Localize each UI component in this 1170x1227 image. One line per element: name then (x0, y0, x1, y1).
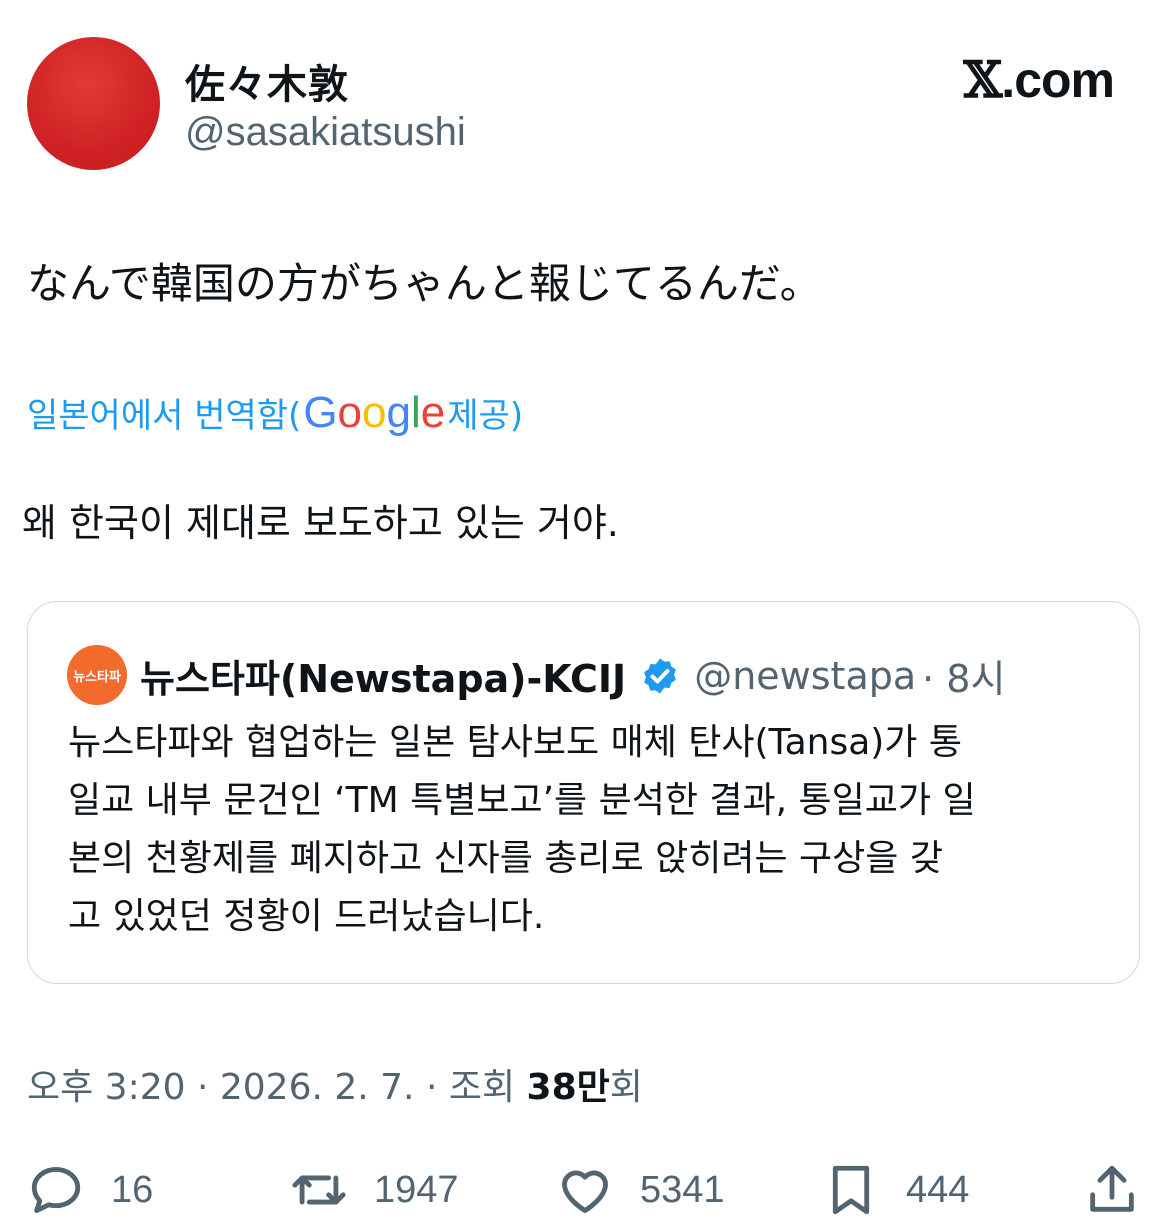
reply-count: 16 (111, 1168, 154, 1211)
like-count: 5341 (640, 1168, 725, 1211)
translate-prefix: 일본어에서 번역함( (27, 396, 302, 436)
bookmark-icon (832, 1165, 870, 1215)
quoted-tweet-header: 뉴스타파(Newstapa)-KCIJ @newstapa · 8시 (140, 648, 1005, 703)
translate-suffix: 제공) (447, 396, 524, 436)
repost-icon (292, 1175, 346, 1205)
google-letter: e (420, 388, 446, 437)
view-count: 38만 (526, 1067, 610, 1108)
bookmark-count: 444 (906, 1168, 970, 1211)
like-icon (562, 1170, 608, 1213)
quoted-tweet-body: 뉴스타파와 협업하는 일본 탐사보도 매체 탄사(Tansa)가 통 일교 내부… (68, 714, 1118, 946)
repost-count: 1947 (374, 1168, 459, 1211)
quoted-author-handle: @newstapa (694, 653, 917, 698)
quoted-line: 본의 천황제를 폐지하고 신자를 총리로 앉히려는 구상을 갖 (68, 838, 943, 879)
tweet-meta: 오후 3:20 · 2026. 2. 7. · 조회 38만회 (27, 1058, 643, 1110)
view-suffix: 회 (609, 1067, 643, 1108)
quoted-line: 고 있었던 정황이 드러났습니다. (68, 896, 545, 937)
google-letter: o (337, 388, 363, 437)
reply-icon (31, 1167, 81, 1213)
google-letter: G (303, 388, 338, 437)
brand-suffix: .com (1001, 52, 1115, 108)
share-icon (1090, 1165, 1134, 1212)
tweet-text: なんで韓国の方がちゃんと報じてるんだ。 (27, 259, 822, 308)
bookmark-button[interactable]: 444 (822, 1155, 969, 1225)
quoted-author-avatar: 뉴스타파 (67, 645, 127, 705)
x-com-logo: 𝕏.com (964, 50, 1115, 109)
share-button[interactable] (1083, 1155, 1141, 1225)
quoted-line: 뉴스타파와 협업하는 일본 탐사보도 매체 탄사(Tansa)가 통 (68, 722, 962, 763)
author-display-name[interactable]: 佐々木敦 (185, 52, 349, 110)
action-bar: 16 1947 5341 444 (0, 1155, 1170, 1225)
google-letter: g (386, 388, 411, 437)
quoted-time: · 8시 (922, 657, 1006, 701)
author-handle[interactable]: @sasakiatsushi (185, 110, 466, 155)
timestamp[interactable]: 오후 3:20 · 2026. 2. 7. · 조회 (27, 1067, 527, 1108)
google-letter: o (362, 388, 387, 437)
reply-button[interactable]: 16 (27, 1155, 153, 1225)
quoted-author-name: 뉴스타파(Newstapa)-KCIJ (140, 657, 627, 701)
x-logo-icon: 𝕏 (963, 50, 1003, 109)
repost-button[interactable]: 1947 (290, 1155, 459, 1225)
quoted-tweet-card[interactable]: 뉴스타파 뉴스타파(Newstapa)-KCIJ @newstapa · 8시 … (27, 601, 1140, 984)
translation-attribution[interactable]: 일본어에서 번역함( Google 제공) (27, 388, 523, 438)
verified-badge-icon (644, 658, 677, 693)
translated-text: 왜 한국이 제대로 보도하고 있는 거야. (22, 501, 619, 545)
google-logo: Google (303, 388, 445, 438)
author-avatar[interactable] (27, 37, 160, 170)
google-letter: l (411, 388, 421, 437)
quoted-line: 일교 내부 문건인 ‘TM 특별보고’를 분석한 결과, 통일교가 일 (68, 780, 976, 821)
like-button[interactable]: 5341 (556, 1155, 725, 1225)
